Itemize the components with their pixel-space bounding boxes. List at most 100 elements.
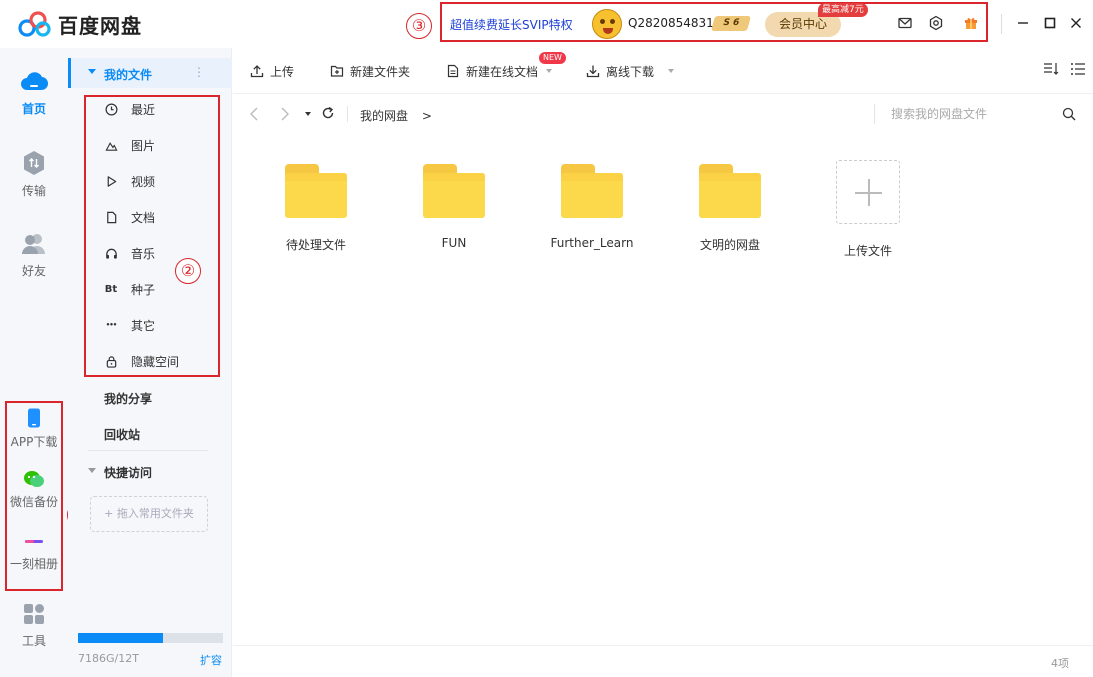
sidebar-item-video[interactable]: 视频 [104,171,155,191]
bt-icon: Bt [104,283,118,295]
folder-icon [285,164,347,218]
tools-grid-icon [24,604,44,624]
history-dropdown-icon[interactable] [305,112,311,116]
download-icon [586,65,600,78]
sidebar-divider [88,450,208,451]
active-indicator [68,58,71,88]
image-icon [104,138,118,152]
my-files-label: 我的文件 [104,68,153,82]
sidebar-item-torrents[interactable]: Bt 种子 [104,279,155,299]
friends-icon [22,234,45,254]
username[interactable]: Q2820854831 [628,16,714,30]
refresh-icon[interactable] [321,106,335,120]
upload-button[interactable]: 上传 [250,63,294,79]
plus-icon [836,160,900,224]
storage-usage-bar [78,633,223,643]
sidebar-item-recycle-bin[interactable]: 回收站 [104,426,140,443]
search-icon[interactable] [1062,107,1076,121]
file-item-folder[interactable]: 待处理文件 [256,160,376,253]
rail-item-home[interactable]: 首页 [0,68,68,117]
drop-favorite-folder-zone[interactable]: + 拖入常用文件夹 [90,496,208,532]
sidebar-item-images[interactable]: 图片 [104,135,155,155]
rail-item-friends[interactable]: 好友 [0,232,68,279]
back-arrow-icon[interactable] [249,107,259,121]
new-badge: NEW [539,52,566,64]
category-label: 视频 [131,174,156,189]
file-item-folder[interactable]: FUN [394,160,514,250]
list-view-icon[interactable] [1070,61,1086,77]
expand-storage-link[interactable]: 扩容 [200,652,222,668]
new-folder-label: 新建文件夹 [350,64,411,79]
breadcrumb-separator: > [421,109,432,123]
collapse-caret-icon[interactable] [88,69,96,74]
sidebar-item-my-share[interactable]: 我的分享 [104,390,152,407]
settings-gear-icon[interactable] [928,15,944,31]
upload-icon [250,65,264,78]
new-doc-dropdown-icon[interactable] [546,69,553,73]
category-label: 图片 [131,138,156,153]
lock-icon [104,354,118,368]
rail-label-transfer: 传输 [21,184,46,198]
sidebar-item-documents[interactable]: 文档 [104,207,155,227]
sidebar-item-music[interactable]: 音乐 [104,243,155,263]
baidu-netdisk-window: 百度网盘 ③ 超值续费延长SVIP特权 Q2820854831 S 6 会员中心… [0,0,1093,677]
more-options-icon[interactable]: ⋮ [193,65,205,79]
file-name: 文明的网盘 [699,238,760,252]
headphones-icon [104,246,118,260]
file-item-folder[interactable]: 文明的网盘 [670,160,790,253]
upload-label: 上传 [270,64,295,79]
quick-access-caret-icon[interactable] [88,468,96,473]
file-name: FUN [441,236,467,250]
discount-tag: 最高减7元 [818,3,868,17]
sort-icon[interactable] [1043,61,1059,77]
minimize-icon[interactable] [1015,15,1031,31]
close-icon[interactable] [1068,15,1084,31]
gift-icon[interactable] [963,15,979,31]
rail-item-transfer[interactable]: 传输 [0,150,68,199]
category-label: 文档 [131,210,156,225]
storage-usage-fill [78,633,163,643]
sidebar-item-hidden-space[interactable]: 隐藏空间 [104,351,179,371]
category-label: 隐藏空间 [131,354,180,369]
offline-download-label: 离线下载 [606,64,655,79]
wechat-icon [24,471,44,487]
maximize-icon[interactable] [1042,15,1058,31]
rail-item-album[interactable]: 一刻相册 [0,532,68,572]
breadcrumb-item-my-netdisk[interactable]: 我的网盘 [360,109,408,123]
category-label: 其它 [131,318,156,333]
item-count: 4项 [1051,657,1069,670]
sidebar-item-my-files[interactable]: 我的文件 ⋮ [68,58,232,88]
addr-separator [347,106,348,122]
offline-download-dropdown-icon[interactable] [668,69,675,73]
rail-label-album: 一刻相册 [9,557,58,571]
sidebar-item-other[interactable]: ••• 其它 [104,315,155,335]
transfer-icon [24,151,44,175]
new-folder-button[interactable]: 新建文件夹 [330,63,410,79]
address-bar: 我的网盘 > [233,94,1093,134]
new-online-doc-button[interactable]: 新建在线文档 [446,63,553,79]
rail-item-app-download[interactable]: APP下载 [0,408,68,450]
rail-item-tools[interactable]: 工具 [0,603,68,649]
user-avatar[interactable] [592,9,622,39]
category-label: 种子 [131,282,156,297]
vip-level-badge[interactable]: S 6 [710,16,752,31]
rail-item-wechat-backup[interactable]: 微信备份 [0,470,68,510]
nav-rail: 首页 传输 好友 ① APP下载 [0,48,93,677]
home-cloud-icon [21,72,48,91]
sidebar-item-recent[interactable]: 最近 [104,99,155,119]
sidebar-item-quick-access[interactable]: 快捷访问 [104,464,152,481]
mail-icon[interactable] [897,15,913,31]
svip-promo-link[interactable]: 超值续费延长SVIP特权 [450,16,573,33]
search-input[interactable] [891,106,1051,122]
cloud-logo-icon [18,11,51,37]
forward-arrow-icon[interactable] [280,107,290,121]
breadcrumb: 我的网盘 > [360,107,432,124]
document-icon [104,210,118,224]
more-icon: ••• [105,321,117,329]
folder-icon [561,164,623,218]
storage-usage-text: 7186G/12T [78,652,139,665]
folder-icon [423,164,485,218]
offline-download-button[interactable]: 离线下载 [586,63,675,79]
upload-file-tile[interactable]: 上传文件 [808,160,928,259]
file-item-folder[interactable]: Further_Learn [532,160,652,250]
